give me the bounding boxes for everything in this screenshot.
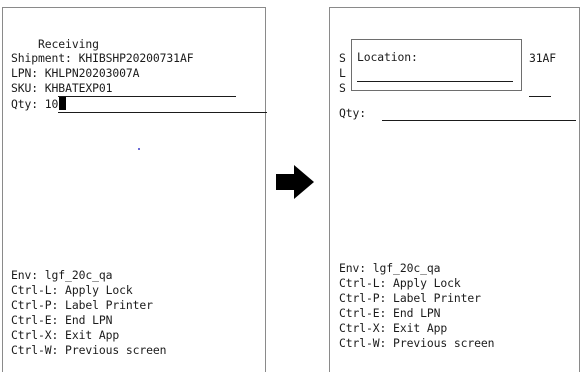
qty-label: Qty: <box>11 97 45 111</box>
qty-input[interactable]: 10 <box>45 97 67 111</box>
receiving-screen-before: Receiving Shipment: KHIBSHP20200731AF LP… <box>2 7 267 372</box>
shortcut-exit-app[interactable]: Ctrl-X: Exit App <box>11 328 119 342</box>
shortcut-label-printer[interactable]: Ctrl-P: Label Printer <box>339 291 481 305</box>
shipment-field: Shipment: KHIBSHP20200731AF <box>11 51 194 65</box>
qty-row: Qty: 10 <box>11 97 67 111</box>
shortcut-previous-screen[interactable]: Ctrl-W: Previous screen <box>11 343 167 357</box>
receiving-screen-after: S L S 31AF Location: Qty: Env: lgf_20c_q… <box>329 7 580 372</box>
right-arrow-icon <box>276 165 314 199</box>
location-popup: Location: <box>351 39 522 91</box>
qty-label: Qty: <box>339 106 367 120</box>
qty-underline[interactable] <box>382 120 576 121</box>
qty-underline <box>58 112 267 113</box>
sku-label: SKU: <box>11 81 45 95</box>
sku-value[interactable]: KHBATEXP01 <box>45 81 113 95</box>
sku-underline-tail <box>529 96 551 97</box>
bg-fragment-shipment: S <box>339 51 346 65</box>
bg-fragment-sku: S <box>339 81 346 95</box>
shipment-tail: 31AF <box>529 51 557 65</box>
screen-title: Receiving <box>11 37 99 51</box>
shortcut-label-printer[interactable]: Ctrl-P: Label Printer <box>11 298 153 312</box>
lpn-field: LPN: KHLPN20203007A <box>11 66 140 80</box>
stray-dot <box>138 148 140 150</box>
qty-value: 10 <box>44 97 59 111</box>
shortcut-end-lpn[interactable]: Ctrl-E: End LPN <box>339 306 440 320</box>
location-label: Location: <box>357 50 418 64</box>
env-label: Env: lgf_20c_qa <box>11 268 113 282</box>
shortcut-apply-lock[interactable]: Ctrl-L: Apply Lock <box>11 283 133 297</box>
shortcut-end-lpn[interactable]: Ctrl-E: End LPN <box>11 313 112 327</box>
bg-fragment-lpn: L <box>339 66 346 80</box>
text-cursor <box>59 97 67 110</box>
shortcut-exit-app[interactable]: Ctrl-X: Exit App <box>339 321 447 335</box>
shortcut-previous-screen[interactable]: Ctrl-W: Previous screen <box>339 336 495 350</box>
sku-row: SKU: KHBATEXP01 <box>11 81 112 95</box>
location-input[interactable] <box>357 81 513 82</box>
env-label: Env: lgf_20c_qa <box>339 261 441 275</box>
sku-underline <box>58 96 236 97</box>
shortcut-apply-lock[interactable]: Ctrl-L: Apply Lock <box>339 276 461 290</box>
